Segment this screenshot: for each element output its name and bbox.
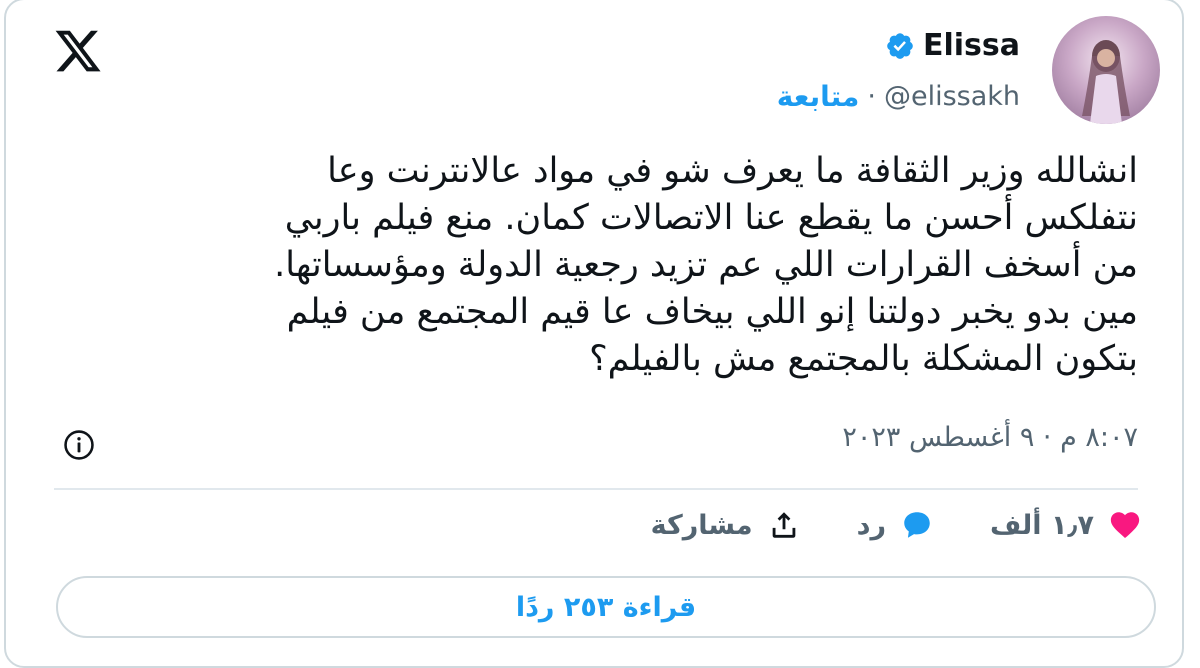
x-logo-icon[interactable] bbox=[50, 26, 106, 76]
tweet-text-line: بتكون المشكلة بالمجتمع مش بالفيلم؟ bbox=[589, 339, 1138, 379]
tweet-text: انشالله وزير الثقافة ما يعرف شو في مواد … bbox=[58, 148, 1138, 383]
avatar-image bbox=[1082, 40, 1130, 124]
avatar[interactable] bbox=[1052, 16, 1160, 124]
reply-label: رد bbox=[856, 509, 886, 541]
author-name-row[interactable]: Elissa bbox=[885, 28, 1020, 63]
tweet-timestamp[interactable]: ٨:٠٧ م · ٩ أغسطس ٢٠٢٣ bbox=[842, 422, 1138, 453]
author-display-name[interactable]: Elissa bbox=[923, 28, 1020, 63]
share-upload-icon bbox=[772, 512, 795, 538]
follow-link[interactable]: متابعة bbox=[777, 80, 860, 113]
tweet-text-line: انشالله وزير الثقافة ما يعرف شو في مواد … bbox=[327, 151, 1138, 191]
tweet-text-line: مين بدو يخبر دولتنا إنو اللي بيخاف عا قي… bbox=[286, 292, 1138, 332]
share-label: مشاركة bbox=[650, 509, 753, 541]
info-icon[interactable] bbox=[62, 428, 96, 462]
reply-button[interactable]: رد bbox=[857, 508, 934, 542]
verified-badge-icon bbox=[887, 32, 913, 59]
speech-bubble-icon bbox=[904, 512, 930, 538]
share-button[interactable]: مشاركة bbox=[651, 508, 801, 542]
divider bbox=[54, 488, 1138, 490]
tweet-text-line: نتفلكس أحسن ما يقطع عنا الاتصالات كمان. … bbox=[284, 198, 1138, 238]
separator-dot: · bbox=[867, 81, 876, 112]
author-handle-row: متابعة · @elissakh bbox=[777, 80, 1020, 113]
heart-icon bbox=[1110, 512, 1140, 539]
tweet-actions: ١٫٧ ألف رد مشاركة bbox=[651, 508, 1142, 542]
tweet-card[interactable]: Elissa متابعة · @elissakh انشالله وزير ا… bbox=[4, 0, 1184, 668]
like-button[interactable]: ١٫٧ ألف bbox=[990, 508, 1142, 542]
like-count: ١٫٧ ألف bbox=[990, 509, 1094, 541]
author-handle[interactable]: @elissakh bbox=[884, 81, 1020, 112]
read-replies-button[interactable]: قراءة ٢٥٣ ردًا bbox=[56, 576, 1156, 638]
tweet-text-line: من أسخف القرارات اللي عم تزيد رجعية الدو… bbox=[274, 245, 1138, 285]
